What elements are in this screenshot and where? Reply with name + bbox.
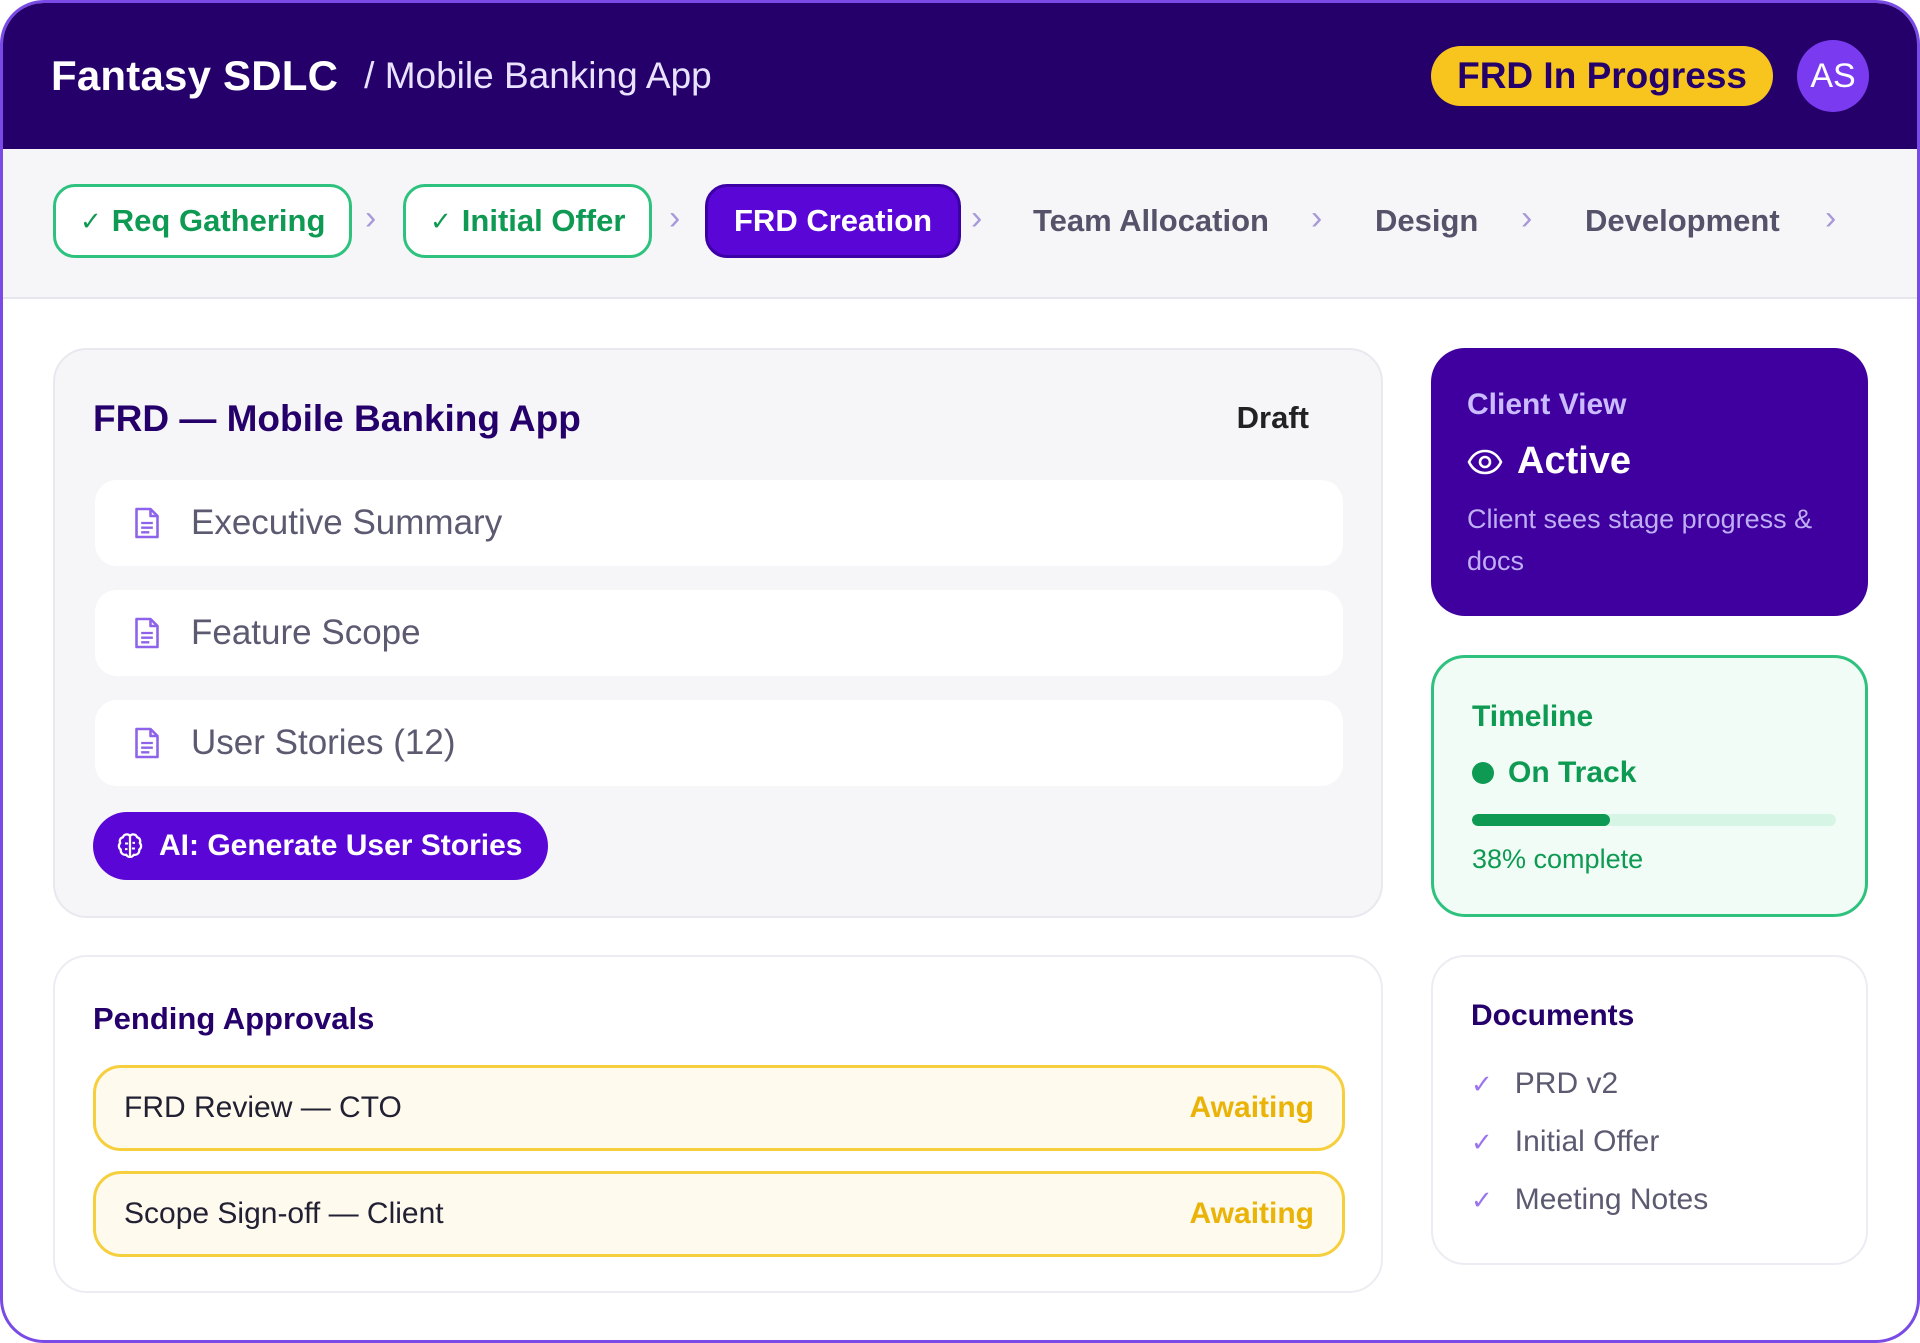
top-bar: Fantasy SDLC / Mobile Banking App FRD In… xyxy=(3,3,1917,149)
frd-section-user-stories[interactable]: User Stories (12) xyxy=(95,700,1343,786)
approvals-title: Pending Approvals xyxy=(93,1001,375,1036)
timeline-progress-bar xyxy=(1472,814,1836,826)
frd-section-feature-scope[interactable]: Feature Scope xyxy=(95,590,1343,676)
check-icon: ✓ xyxy=(80,205,102,236)
approval-state: Awaiting xyxy=(1189,1091,1314,1124)
chevron-right-icon: › xyxy=(365,199,377,237)
frd-section-executive-summary[interactable]: Executive Summary xyxy=(95,480,1343,566)
chevron-right-icon: › xyxy=(1825,199,1837,237)
approval-state: Awaiting xyxy=(1189,1197,1314,1230)
check-icon: ✓ xyxy=(1471,1068,1493,1099)
step-development[interactable]: Development xyxy=(1573,184,1792,258)
app-brand[interactable]: Fantasy SDLC xyxy=(51,52,338,100)
brain-icon xyxy=(117,833,143,859)
pending-approvals-card: Pending Approvals FRD Review — CTO Await… xyxy=(53,955,1383,1293)
step-label: Req Gathering xyxy=(111,203,326,238)
frd-title: FRD — Mobile Banking App xyxy=(93,398,581,439)
project-status-badge: FRD In Progress xyxy=(1431,46,1773,106)
frd-section-label: Executive Summary xyxy=(191,503,503,542)
app-window: Fantasy SDLC / Mobile Banking App FRD In… xyxy=(0,0,1920,1343)
timeline-card: Timeline On Track 38% complete xyxy=(1431,655,1868,917)
step-design[interactable]: Design xyxy=(1363,184,1490,258)
step-team-allocation[interactable]: Team Allocation xyxy=(1021,184,1281,258)
timeline-progress-text: 38% complete xyxy=(1472,844,1644,874)
user-avatar[interactable]: AS xyxy=(1797,40,1869,112)
frd-card: FRD — Mobile Banking App Draft Executive… xyxy=(53,348,1383,918)
document-icon xyxy=(135,727,159,759)
check-icon: ✓ xyxy=(1471,1184,1493,1215)
step-frd-creation[interactable]: FRD Creation xyxy=(705,184,962,258)
chevron-right-icon: › xyxy=(669,199,681,237)
step-req-gathering[interactable]: ✓ Req Gathering xyxy=(53,184,353,258)
step-initial-offer[interactable]: ✓ Initial Offer xyxy=(403,184,653,258)
check-icon: ✓ xyxy=(1471,1126,1493,1157)
step-label: FRD Creation xyxy=(734,203,933,238)
step-label: Team Allocation xyxy=(1033,203,1269,238)
timeline-progress-fill xyxy=(1472,814,1611,826)
step-label: Design xyxy=(1375,203,1479,238)
approval-label: Scope Sign-off — Client xyxy=(124,1197,444,1230)
status-dot-icon xyxy=(1472,762,1494,784)
client-view-description: Client sees stage progress & docs xyxy=(1467,504,1813,576)
client-view-status-label: Active xyxy=(1517,440,1632,482)
check-icon: ✓ xyxy=(430,205,452,236)
approval-item-scope-signoff[interactable]: Scope Sign-off — Client Awaiting xyxy=(93,1171,1345,1257)
document-item[interactable]: ✓ PRD v2 xyxy=(1471,1067,1618,1101)
document-label: Initial Offer xyxy=(1514,1125,1660,1158)
approval-item-frd-review[interactable]: FRD Review — CTO Awaiting xyxy=(93,1065,1345,1151)
documents-title: Documents xyxy=(1471,999,1635,1032)
approval-label: FRD Review — CTO xyxy=(124,1091,402,1124)
frd-section-label: Feature Scope xyxy=(191,613,421,652)
documents-card: Documents ✓ PRD v2 ✓ Initial Offer ✓ Mee… xyxy=(1431,955,1868,1265)
timeline-status: On Track xyxy=(1472,756,1636,790)
chevron-right-icon: › xyxy=(1311,199,1323,237)
step-label: Initial Offer xyxy=(461,203,626,238)
stage-stepper: ✓ Req Gathering › ✓ Initial Offer › FRD … xyxy=(3,149,1917,299)
chevron-right-icon: › xyxy=(971,199,983,237)
document-icon xyxy=(135,617,159,649)
step-label: Development xyxy=(1585,203,1780,238)
chevron-right-icon: › xyxy=(1521,199,1533,237)
timeline-status-label: On Track xyxy=(1508,756,1637,789)
top-bar-right: FRD In Progress AS xyxy=(1431,40,1869,112)
client-view-title: Client View xyxy=(1467,388,1627,421)
ai-button-label: AI: Generate User Stories xyxy=(159,829,523,862)
frd-status: Draft xyxy=(1236,400,1309,435)
eye-icon xyxy=(1467,449,1503,474)
document-icon xyxy=(135,507,159,539)
document-item[interactable]: ✓ Initial Offer xyxy=(1471,1125,1659,1159)
document-label: Meeting Notes xyxy=(1514,1183,1709,1216)
breadcrumb[interactable]: / Mobile Banking App xyxy=(364,55,712,97)
client-view-card[interactable]: Client View Active Client sees stage pro… xyxy=(1431,348,1868,616)
frd-section-label: User Stories (12) xyxy=(191,723,456,762)
document-item[interactable]: ✓ Meeting Notes xyxy=(1471,1183,1708,1217)
document-label: PRD v2 xyxy=(1514,1067,1619,1100)
timeline-title: Timeline xyxy=(1472,700,1594,733)
client-view-status: Active xyxy=(1467,440,1631,483)
ai-generate-user-stories-button[interactable]: AI: Generate User Stories xyxy=(93,812,549,880)
